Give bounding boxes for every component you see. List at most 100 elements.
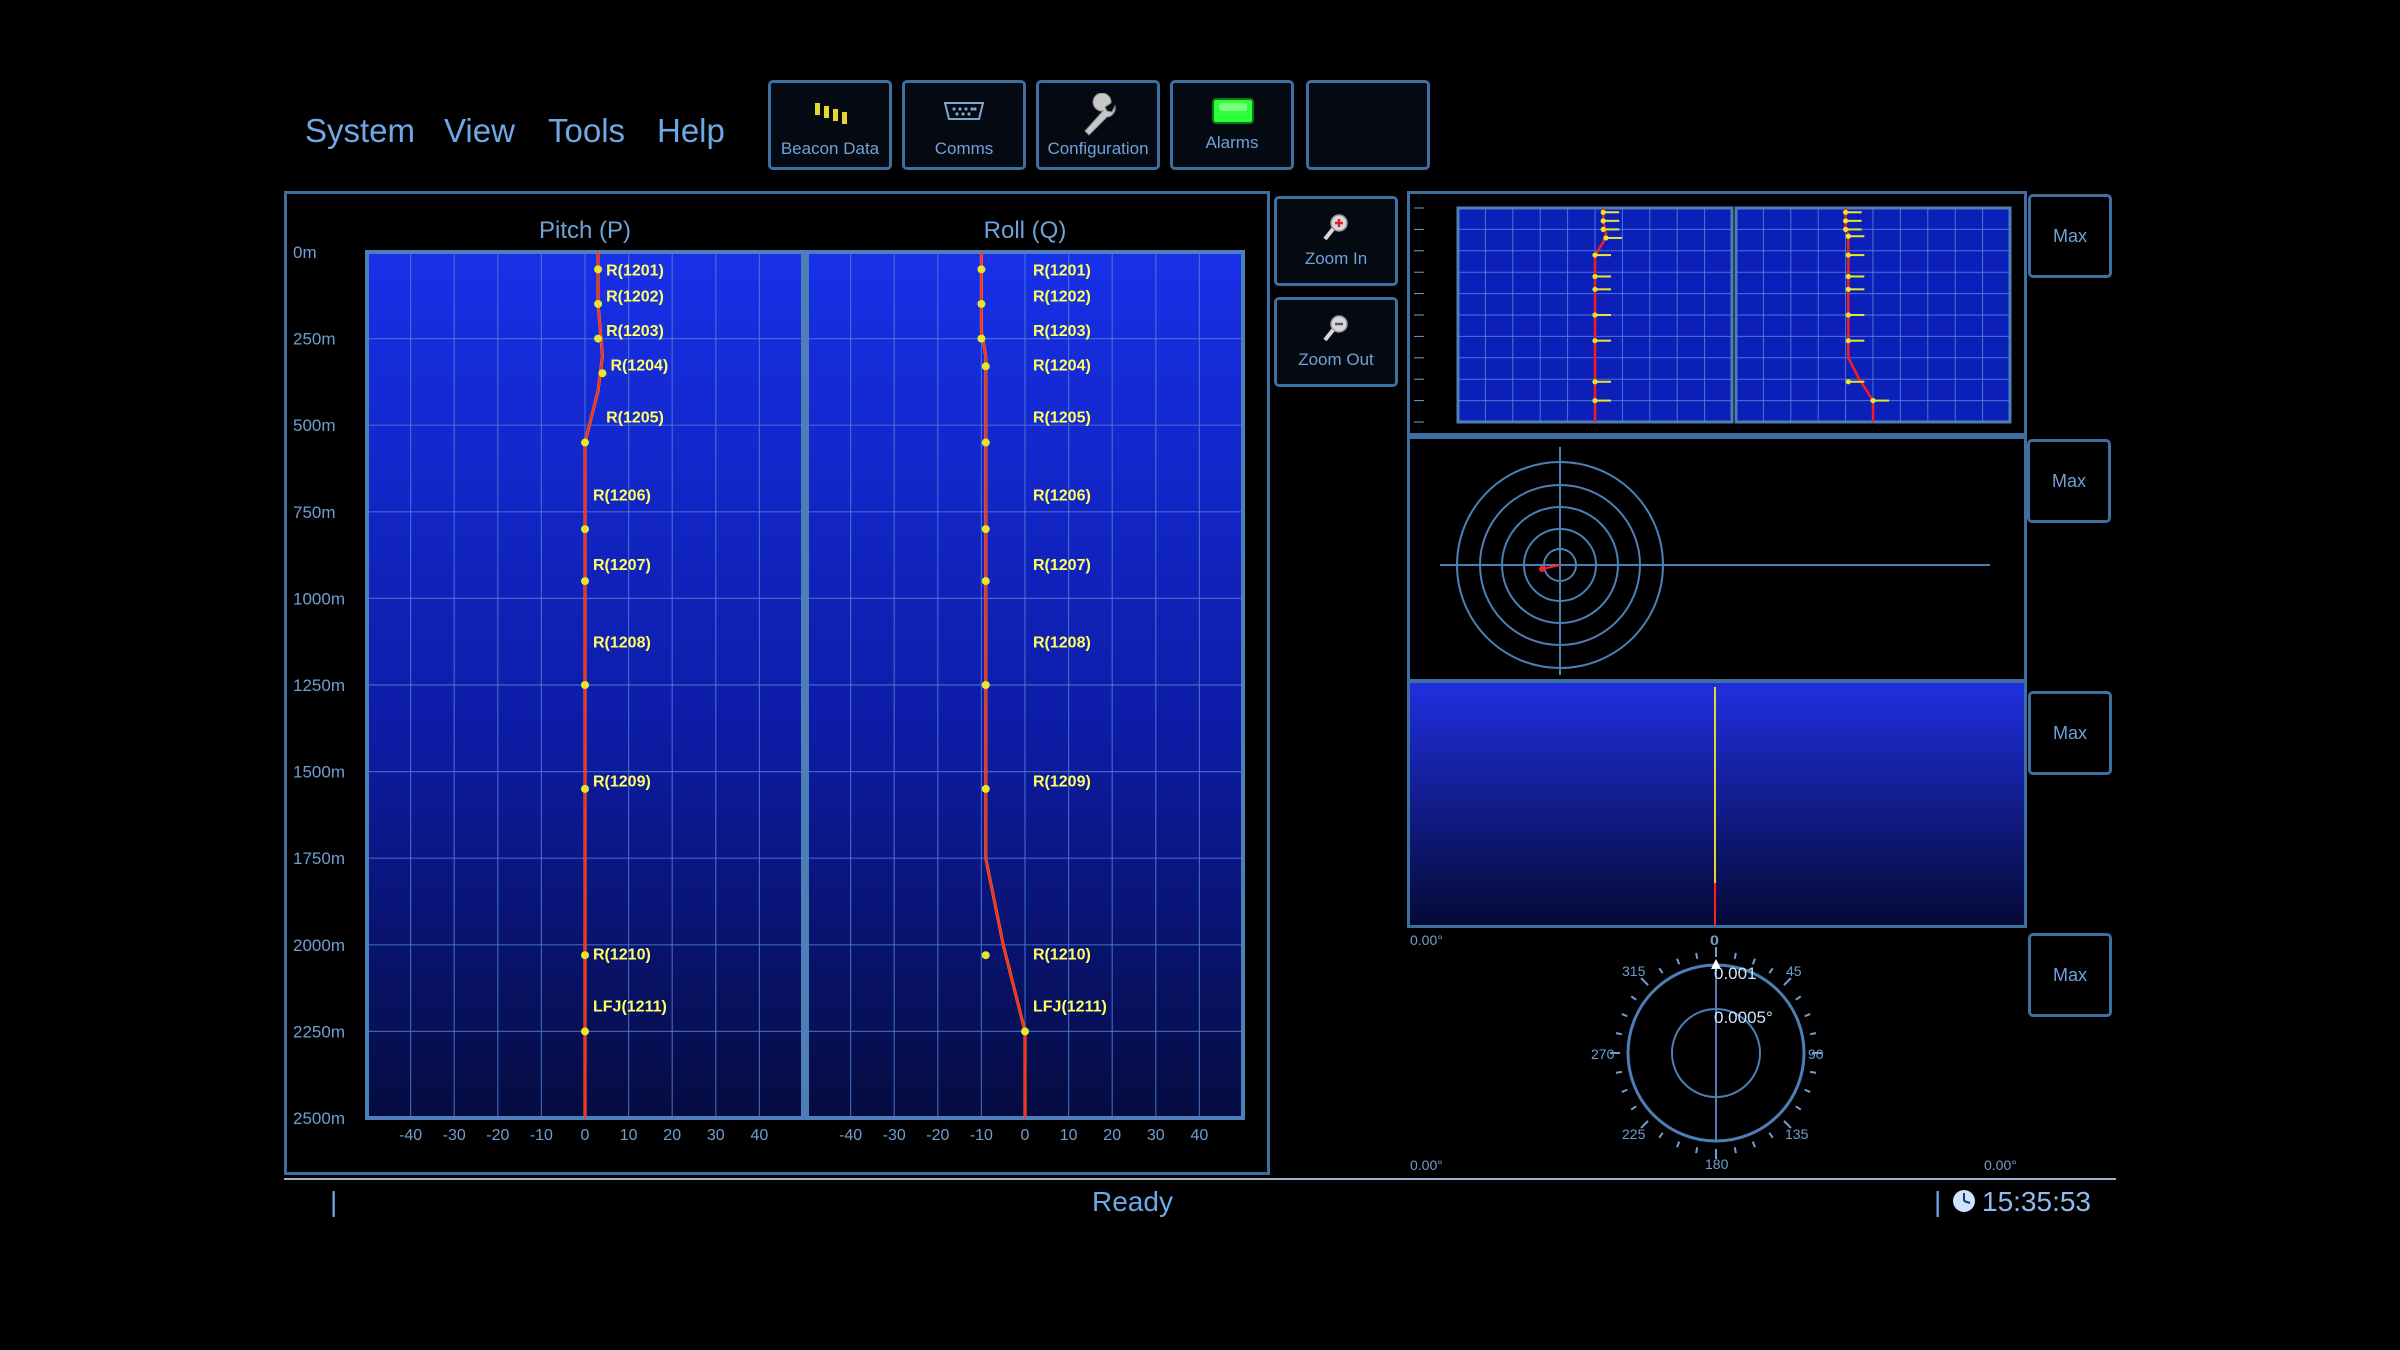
main-chart-panel: -40 -30 -20 -10 0 10 20 30 40 Pitch (P) R(1201) R(1… [284, 191, 1270, 1175]
max-button-3[interactable]: Max [2028, 691, 2112, 775]
alarm-led-icon [1173, 93, 1291, 133]
menu-help[interactable]: Help [657, 112, 725, 150]
x-tick-label: -30 [883, 1127, 906, 1144]
roll-beacon-point [981, 951, 990, 960]
x-tick-label: -20 [926, 1127, 949, 1144]
bullseye-panel [1407, 436, 2027, 682]
zoom-in-label: Zoom In [1304, 249, 1368, 268]
mini-roll-point [1845, 273, 1851, 280]
roll-beacon-point [981, 577, 990, 586]
x-tick-label: 20 [663, 1127, 681, 1144]
mini-roll-point [1845, 233, 1851, 239]
wrench-icon [1039, 92, 1157, 136]
mini-pitch-point [1600, 226, 1606, 232]
roll-beacon-point [981, 438, 990, 447]
status-divider-line [284, 1178, 2116, 1180]
depth-tick-label: 1000m [293, 589, 345, 608]
depth-tick-label: 2500m [293, 1109, 345, 1128]
pitch-roll-chart: -40 -30 -20 -10 0 10 20 30 40 Pitch (P) R(1201) R(1… [293, 217, 1245, 1144]
roll-beacon-label: R(1201) [1033, 262, 1091, 279]
comms-button[interactable]: Comms [902, 80, 1026, 170]
mini-pitch-point [1600, 218, 1606, 224]
menu-system[interactable]: System [305, 112, 415, 150]
bottom-left-readout: 0.00° [1410, 1157, 1443, 1173]
x-tick-label: 20 [1103, 1127, 1121, 1144]
x-tick-label: 40 [1191, 1127, 1209, 1144]
mini-pitch-point [1592, 252, 1598, 258]
pitch-beacon-label: R(1204) [610, 358, 668, 375]
roll-beacon-point [977, 299, 986, 308]
roll-beacon-label: R(1203) [1033, 323, 1091, 340]
mini-roll-point [1843, 226, 1849, 232]
roll-title: Roll (Q) [984, 217, 1067, 244]
pitch-beacon-label: R(1206) [593, 487, 651, 504]
pitch-beacon-point [594, 334, 603, 343]
alarms-button[interactable]: Alarms [1170, 80, 1294, 170]
pitch-beacon-point [581, 681, 589, 689]
max-button-2[interactable]: Max [2027, 439, 2111, 523]
x-tick-label: 40 [751, 1127, 769, 1144]
roll-beacon-point [977, 334, 986, 343]
beacon-data-label: Beacon Data [780, 139, 880, 158]
compass-label-sw: 225 [1622, 1126, 1646, 1142]
pitch-beacon-point [594, 299, 603, 308]
empty-toolbar-button[interactable] [1306, 80, 1430, 170]
mini-pitch-point [1603, 235, 1609, 241]
depth-tick-label: 2250m [293, 1022, 345, 1041]
pitch-beacon-point [581, 577, 589, 586]
pitch-beacon-label: R(1208) [593, 635, 651, 652]
compass-label-w: 270 [1591, 1046, 1615, 1062]
x-tick-label: -30 [443, 1127, 466, 1144]
menu-view[interactable]: View [444, 112, 515, 150]
configuration-label: Configuration [1047, 139, 1149, 158]
compass-value-2: 0.0005° [1714, 1008, 1773, 1027]
configuration-button[interactable]: Configuration [1036, 80, 1160, 170]
pitch-beacon-point [581, 1027, 589, 1036]
comms-label: Comms [934, 139, 994, 158]
pitch-title: Pitch (P) [539, 217, 631, 244]
max-button-4[interactable]: Max [2028, 933, 2112, 1017]
roll-beacon-label: R(1209) [1033, 773, 1091, 790]
mini-roll-point [1845, 338, 1851, 344]
compass-label-s: 180 [1705, 1156, 1729, 1172]
mini-chart-panel [1407, 191, 2027, 436]
x-tick-label: -10 [970, 1127, 993, 1144]
mini-pitch-point [1592, 312, 1598, 318]
x-tick-label: 30 [707, 1127, 725, 1144]
bullseye-plot [1440, 447, 1990, 675]
compass-label-e: 90 [1808, 1046, 1824, 1062]
roll-beacon-label: LFJ(1211) [1033, 998, 1107, 1015]
compass-label-se: 135 [1785, 1126, 1809, 1142]
zoom-in-button[interactable]: Zoom In [1274, 196, 1398, 286]
mini-roll-point [1845, 286, 1851, 292]
beacon-data-button[interactable]: Beacon Data [768, 80, 892, 170]
pitch-beacon-label: R(1205) [606, 410, 664, 427]
mini-pitch-roll-chart [1414, 206, 2012, 424]
roll-beacon-label: R(1208) [1033, 635, 1091, 652]
beacon-bars-icon [771, 93, 889, 133]
status-right-separator: | [1934, 1186, 1942, 1217]
compass-value-1: 0.001 [1714, 964, 1757, 983]
menu-tools[interactable]: Tools [548, 112, 625, 150]
alarms-label: Alarms [1205, 133, 1259, 152]
bar-indicator [1410, 683, 2024, 925]
roll-beacon-label: R(1205) [1033, 410, 1091, 427]
zoom-out-label: Zoom Out [1298, 350, 1374, 369]
mini-pitch-point [1600, 209, 1606, 215]
zoom-out-button[interactable]: Zoom Out [1274, 297, 1398, 387]
zoom-in-icon [1323, 214, 1348, 241]
x-tick-label: -10 [530, 1127, 553, 1144]
x-tick-label: 10 [1060, 1127, 1078, 1144]
x-tick-label: -40 [399, 1127, 422, 1144]
pitch-beacon-label: R(1203) [606, 323, 664, 340]
x-tick-label: -20 [486, 1127, 509, 1144]
pitch-beacon-label: LFJ(1211) [593, 998, 667, 1015]
pitch-beacon-label: R(1207) [593, 557, 651, 574]
roll-beacon-point [1021, 1027, 1029, 1036]
roll-beacon-label: R(1210) [1033, 946, 1091, 963]
zoom-out-icon [1323, 315, 1348, 342]
max-button-1[interactable]: Max [2028, 194, 2112, 278]
pitch-beacon-point [581, 784, 589, 793]
depth-tick-label: 1750m [293, 849, 345, 868]
mini-roll-point [1843, 218, 1849, 224]
